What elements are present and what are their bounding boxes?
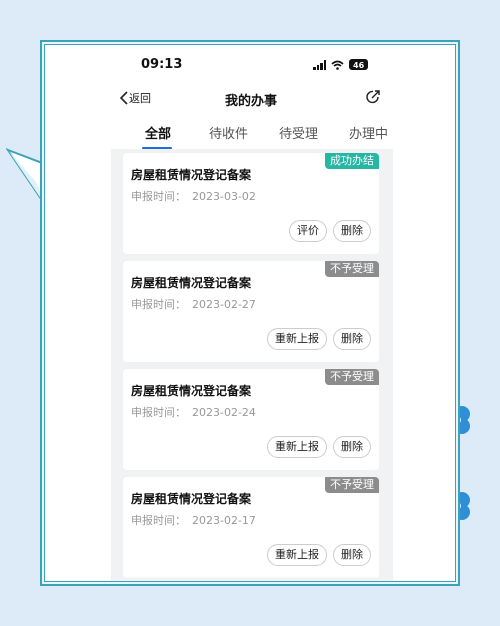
share-button[interactable] — [365, 89, 381, 109]
delete-button[interactable]: 删除 — [333, 544, 371, 566]
card-title: 房屋租赁情况登记备案 — [131, 384, 252, 398]
date-label: 申报时间： — [131, 298, 186, 311]
delete-button[interactable]: 删除 — [333, 220, 371, 242]
status-badge: 成功办结 — [325, 153, 379, 169]
date-label: 申报时间： — [131, 190, 186, 203]
card-date: 申报时间： 2023-03-02 — [131, 188, 256, 204]
tab-pending-acceptance[interactable]: 待受理 — [279, 123, 318, 142]
date-value: 2023-02-27 — [192, 298, 256, 311]
tab-pending-receipt[interactable]: 待收件 — [209, 123, 248, 142]
battery-icon: 46 — [349, 59, 369, 70]
date-value: 2023-02-17 — [192, 514, 256, 527]
status-badge: 不予受理 — [325, 369, 379, 385]
status-badge: 不予受理 — [325, 477, 379, 493]
share-icon — [366, 90, 380, 104]
status-bar: 09:13 46 — [45, 55, 455, 77]
status-icons: 46 — [313, 59, 369, 70]
delete-button[interactable]: 删除 — [333, 436, 371, 458]
status-badge: 不予受理 — [325, 261, 379, 277]
resubmit-button[interactable]: 重新上报 — [267, 436, 327, 458]
page-title: 我的办事 — [224, 94, 277, 109]
card-title: 房屋租赁情况登记备案 — [131, 168, 252, 182]
card-date: 申报时间： 2023-02-17 — [131, 512, 256, 528]
card-title: 房屋租赁情况登记备案 — [131, 492, 252, 506]
nav-bar: 返回 我的办事 — [45, 83, 455, 113]
signal-icon — [313, 59, 326, 70]
evaluate-button[interactable]: 评价 — [289, 220, 327, 242]
date-value: 2023-02-24 — [192, 406, 256, 419]
card-date: 申报时间： 2023-02-27 — [131, 296, 256, 312]
resubmit-button[interactable]: 重新上报 — [267, 328, 327, 350]
resubmit-button[interactable]: 重新上报 — [267, 544, 327, 566]
wifi-icon — [331, 60, 344, 70]
list-item[interactable]: 房屋租赁情况登记备案 申报时间： 2023-03-02 成功办结 评价 删除 — [123, 153, 379, 254]
tab-bar: 全部 待收件 待受理 办理中 — [45, 121, 455, 150]
list-item[interactable]: 房屋租赁情况登记备案 申报时间： 2023-02-17 不予受理 重新上报 删除 — [123, 477, 379, 578]
date-value: 2023-03-02 — [192, 190, 256, 203]
phone-screen: 09:13 46 返回 我的办事 全部 待收件 待受理 办理中 房屋租赁情况登记… — [44, 44, 456, 582]
tab-all[interactable]: 全部 — [145, 123, 171, 142]
date-label: 申报时间： — [131, 514, 186, 527]
tab-in-progress[interactable]: 办理中 — [349, 123, 388, 142]
card-date: 申报时间： 2023-02-24 — [131, 404, 256, 420]
list-item[interactable]: 房屋租赁情况登记备案 申报时间： 2023-02-27 不予受理 重新上报 删除 — [123, 261, 379, 362]
list-item[interactable]: 房屋租赁情况登记备案 申报时间： 2023-02-24 不予受理 重新上报 删除 — [123, 369, 379, 470]
delete-button[interactable]: 删除 — [333, 328, 371, 350]
card-title: 房屋租赁情况登记备案 — [131, 276, 252, 290]
date-label: 申报时间： — [131, 406, 186, 419]
status-time: 09:13 — [141, 57, 183, 72]
